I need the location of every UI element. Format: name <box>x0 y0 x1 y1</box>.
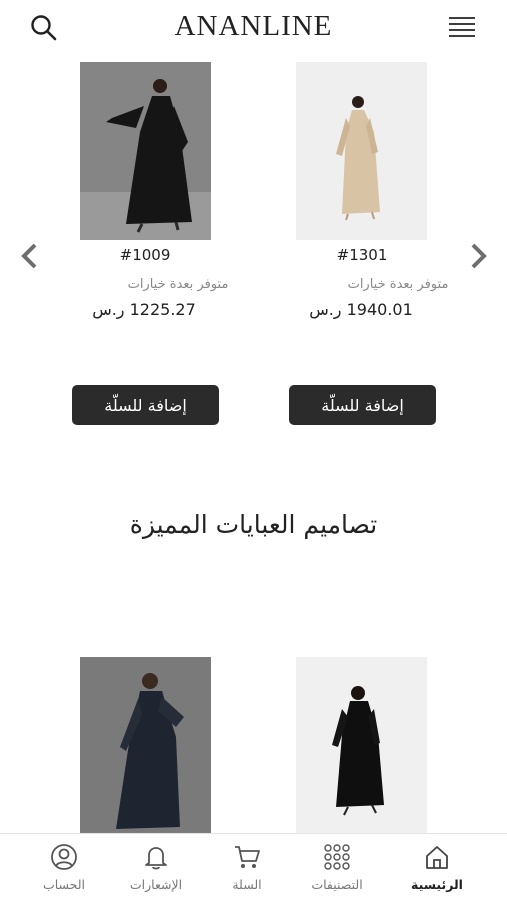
nav-item-categories[interactable]: التصنيفات <box>292 842 382 892</box>
nav-label: الرئيسية <box>411 877 463 892</box>
product-image[interactable] <box>80 62 211 240</box>
product-code: #1301 <box>336 246 388 264</box>
menu-icon[interactable] <box>447 14 477 40</box>
nav-item-home[interactable]: الرئيسية <box>392 842 482 892</box>
nav-label: الإشعارات <box>129 877 183 892</box>
nav-item-notifications[interactable]: الإشعارات <box>111 842 201 892</box>
product-price: 1940.01 ر.س <box>309 300 413 319</box>
add-to-cart-button[interactable]: إضافة للسلّة <box>289 385 436 425</box>
nav-label: الحساب <box>42 877 86 892</box>
grid-dots-icon <box>324 844 350 870</box>
bottom-nav: الرئيسية التصنيفات السلة الإشعارات الحسا… <box>0 833 507 900</box>
product-price: 1225.27 ر.س <box>92 300 196 319</box>
nav-label: السلة <box>232 877 262 892</box>
nav-item-account[interactable]: الحساب <box>19 842 109 892</box>
bell-icon <box>145 847 167 870</box>
add-to-cart-button[interactable]: إضافة للسلّة <box>72 385 219 425</box>
featured-product-image[interactable] <box>296 657 427 835</box>
cart-icon <box>235 846 260 868</box>
chevron-left-icon[interactable] <box>18 240 42 272</box>
nav-label: التصنيفات <box>311 877 363 892</box>
chevron-right-icon[interactable] <box>466 240 490 272</box>
brand-logo[interactable]: ANANLINE <box>0 10 507 43</box>
featured-product-image[interactable] <box>80 657 211 835</box>
product-availability: متوفر بعدة خيارات <box>127 277 229 292</box>
section-title: تصاميم العبايات المميزة <box>129 510 378 539</box>
nav-item-cart[interactable]: السلة <box>202 842 292 892</box>
app-header: ANANLINE <box>0 0 507 56</box>
home-icon <box>426 846 448 869</box>
product-code: #1009 <box>119 246 171 264</box>
product-image[interactable] <box>296 62 427 240</box>
user-circle-icon <box>51 844 77 870</box>
product-availability: متوفر بعدة خيارات <box>347 277 449 292</box>
